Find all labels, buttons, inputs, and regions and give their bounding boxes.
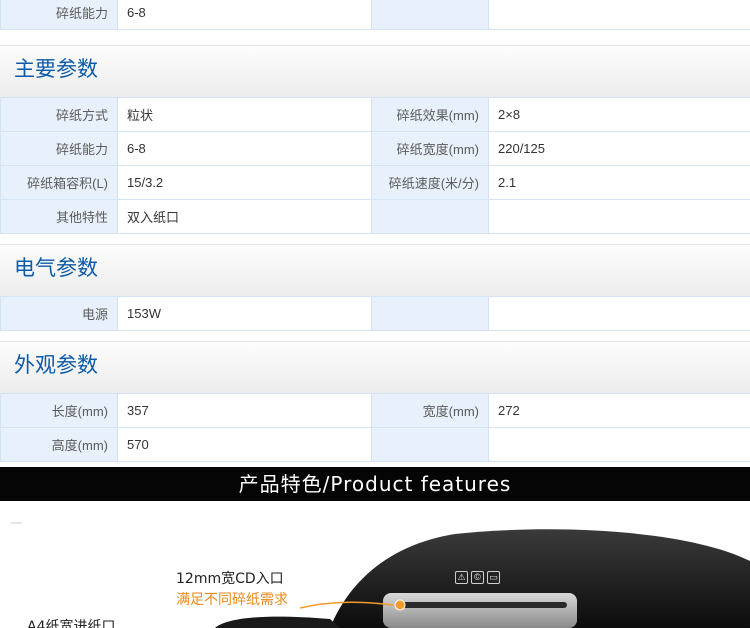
table-row: 其他特性 双入纸口 bbox=[0, 199, 750, 234]
spec-key: 碎纸宽度(mm) bbox=[371, 131, 489, 166]
spec-value: 粒状 bbox=[117, 97, 372, 132]
spec-value: 2×8 bbox=[488, 97, 750, 132]
spec-key bbox=[371, 199, 489, 234]
copyright-icon: © bbox=[471, 571, 484, 584]
electric-params-table: 电源 153W bbox=[0, 296, 750, 331]
section-title: 电气参数 bbox=[14, 256, 98, 280]
spec-key: 碎纸速度(米/分) bbox=[371, 165, 489, 200]
spec-key: 碎纸效果(mm) bbox=[371, 97, 489, 132]
spec-value: 双入纸口 bbox=[117, 199, 372, 234]
section-header: 外观参数 bbox=[0, 341, 750, 393]
spec-key: 高度(mm) bbox=[0, 427, 118, 462]
main-params-section: 主要参数 碎纸方式 粒状 碎纸效果(mm) 2×8 碎纸能力 6-8 碎纸宽度(… bbox=[0, 34, 750, 234]
screen-icon: ▭ bbox=[487, 571, 500, 584]
section-header: 电气参数 bbox=[0, 244, 750, 296]
spec-value: 6-8 bbox=[117, 131, 372, 166]
cd-slot-callout: 12mm宽CD入口 bbox=[176, 571, 284, 587]
electric-params-section: 电气参数 电源 153W bbox=[0, 233, 750, 331]
table-row: 碎纸能力 6-8 bbox=[0, 0, 750, 30]
spec-value bbox=[488, 427, 750, 462]
table-row: 碎纸方式 粒状 碎纸效果(mm) 2×8 bbox=[0, 97, 750, 132]
spec-key bbox=[371, 0, 489, 30]
a4-slot-callout: A4纸宽进纸口 bbox=[27, 619, 116, 628]
top-spec-table: 碎纸能力 6-8 bbox=[0, 0, 750, 30]
table-row: 电源 153W bbox=[0, 296, 750, 331]
warning-icon: ⚠ bbox=[455, 571, 468, 584]
spec-value: 6-8 bbox=[117, 0, 372, 30]
spec-value: 15/3.2 bbox=[117, 165, 372, 200]
spec-value bbox=[488, 199, 750, 234]
shred-needs-callout: 满足不同碎纸需求 bbox=[176, 592, 288, 608]
spec-value bbox=[488, 296, 750, 331]
table-row: 碎纸能力 6-8 碎纸宽度(mm) 220/125 bbox=[0, 131, 750, 166]
spec-key: 宽度(mm) bbox=[371, 393, 489, 428]
spec-key: 碎纸能力 bbox=[0, 131, 118, 166]
spec-value: 220/125 bbox=[488, 131, 750, 166]
spec-key: 电源 bbox=[0, 296, 118, 331]
spec-key bbox=[371, 427, 489, 462]
features-banner: 产品特色/Product features bbox=[0, 467, 750, 501]
spec-value: 272 bbox=[488, 393, 750, 428]
main-params-table: 碎纸方式 粒状 碎纸效果(mm) 2×8 碎纸能力 6-8 碎纸宽度(mm) 2… bbox=[0, 97, 750, 234]
spec-value: 570 bbox=[117, 427, 372, 462]
top-spec-block: 碎纸能力 6-8 bbox=[0, 0, 750, 30]
product-illustration: ⚠ © ▭ 12mm宽CD入口 满足不同碎纸需求 A4纸宽进纸口 bbox=[0, 501, 750, 628]
spec-key: 碎纸能力 bbox=[0, 0, 118, 30]
spec-key: 碎纸箱容积(L) bbox=[0, 165, 118, 200]
table-row: 高度(mm) 570 bbox=[0, 427, 750, 462]
spec-key bbox=[371, 296, 489, 331]
table-row: 长度(mm) 357 宽度(mm) 272 bbox=[0, 393, 750, 428]
spec-value: 2.1 bbox=[488, 165, 750, 200]
spec-key: 碎纸方式 bbox=[0, 97, 118, 132]
spec-value: 153W bbox=[117, 296, 372, 331]
features-title: 产品特色/Product features bbox=[238, 472, 512, 496]
spec-value: 357 bbox=[117, 393, 372, 428]
shredder-image bbox=[11, 522, 750, 628]
section-title: 外观参数 bbox=[14, 353, 98, 377]
spec-key: 其他特性 bbox=[0, 199, 118, 234]
table-row: 碎纸箱容积(L) 15/3.2 碎纸速度(米/分) 2.1 bbox=[0, 165, 750, 200]
section-header: 主要参数 bbox=[0, 45, 750, 97]
safety-icons: ⚠ © ▭ bbox=[455, 571, 500, 584]
appearance-params-section: 外观参数 长度(mm) 357 宽度(mm) 272 高度(mm) 570 bbox=[0, 330, 750, 462]
appearance-params-table: 长度(mm) 357 宽度(mm) 272 高度(mm) 570 bbox=[0, 393, 750, 462]
spec-key: 长度(mm) bbox=[0, 393, 118, 428]
spec-value bbox=[488, 0, 750, 30]
section-title: 主要参数 bbox=[14, 57, 98, 81]
